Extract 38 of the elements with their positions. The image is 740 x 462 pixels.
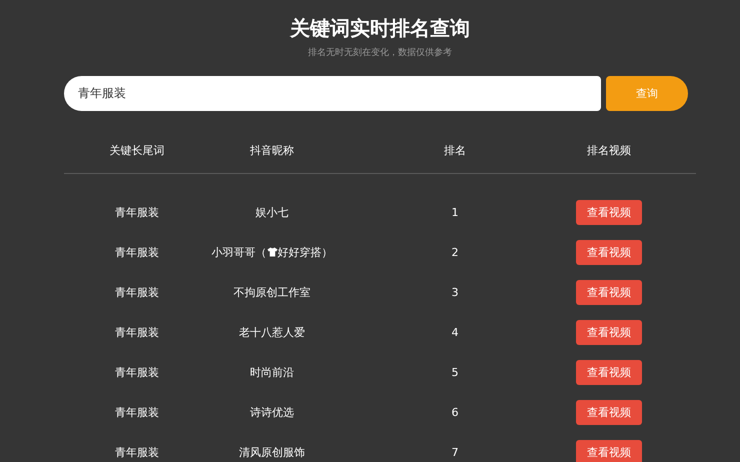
- keyword-cell: 青年服装: [115, 404, 159, 420]
- rank-cell: 3: [452, 286, 458, 298]
- keyword-cell: 青年服装: [115, 284, 159, 300]
- search-field[interactable]: 青年服装: [64, 76, 601, 111]
- view-video-button[interactable]: 查看视频: [576, 320, 642, 344]
- view-video-button[interactable]: 查看视频: [576, 360, 642, 384]
- column-header: 排名: [444, 142, 466, 158]
- keyword-cell: 青年服装: [115, 244, 159, 260]
- rank-cell: 7: [452, 446, 458, 458]
- column-header: 抖音昵称: [250, 142, 294, 158]
- view-video-button[interactable]: 查看视频: [576, 280, 642, 304]
- view-video-button[interactable]: 查看视频: [576, 440, 642, 462]
- column-header: 关键长尾词: [110, 142, 164, 158]
- view-video-button[interactable]: 查看视频: [576, 240, 642, 264]
- rank-cell: 4: [452, 326, 458, 338]
- nickname-text: 好好穿搭）: [278, 244, 332, 260]
- rank-cell: 1: [452, 206, 458, 218]
- nickname-cell: 老十八惹人爱: [239, 324, 305, 340]
- page-subtitle: 排名无时无刻在变化，数据仅供参考: [308, 46, 452, 59]
- keyword-cell: 青年服装: [115, 204, 159, 220]
- nickname-cell: 清风原创服饰: [239, 444, 305, 460]
- page-title: 关键词实时排名查询: [290, 15, 470, 42]
- view-video-button[interactable]: 查看视频: [576, 200, 642, 224]
- keyword-cell: 青年服装: [115, 364, 159, 380]
- rank-cell: 2: [452, 246, 458, 258]
- nickname-cell: 时尚前沿: [250, 364, 294, 380]
- rank-cell: 5: [452, 366, 458, 378]
- keyword-cell: 青年服装: [115, 324, 159, 340]
- nickname-text: 小羽哥哥（: [212, 244, 266, 260]
- rank-cell: 6: [452, 406, 458, 418]
- keyword-cell: 青年服装: [115, 444, 159, 460]
- view-video-button[interactable]: 查看视频: [576, 400, 642, 424]
- search-button[interactable]: 查询: [606, 76, 688, 111]
- nickname-cell: 不拘原创工作室: [234, 284, 310, 300]
- nickname-cell: 娱小七: [256, 204, 288, 220]
- shirt-icon: [266, 247, 278, 257]
- column-header: 排名视频: [587, 142, 631, 158]
- nickname-cell: 诗诗优选: [250, 404, 294, 420]
